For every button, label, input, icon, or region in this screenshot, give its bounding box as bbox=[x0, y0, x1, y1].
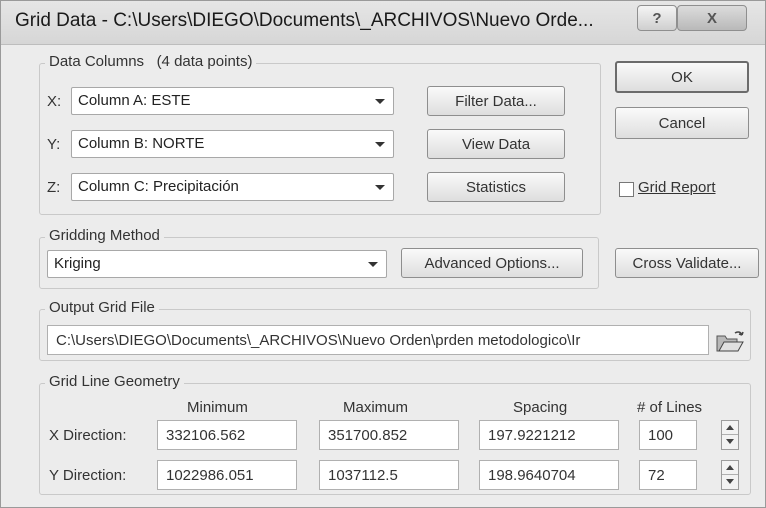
view-data-button[interactable]: View Data bbox=[427, 129, 565, 159]
advanced-options-button[interactable]: Advanced Options... bbox=[401, 248, 583, 278]
spacing-header: Spacing bbox=[513, 399, 568, 416]
filter-data-button[interactable]: Filter Data... bbox=[427, 86, 565, 116]
cross-validate-button[interactable]: Cross Validate... bbox=[615, 248, 759, 278]
statistics-button[interactable]: Statistics bbox=[427, 172, 565, 202]
spin-up-icon[interactable] bbox=[722, 461, 738, 475]
folder-open-icon[interactable] bbox=[716, 331, 744, 353]
grid-report-label[interactable]: Grid Report bbox=[638, 179, 716, 196]
x-column-select[interactable]: Column A: ESTE bbox=[71, 87, 394, 115]
gridding-method-select[interactable]: Kriging bbox=[47, 250, 387, 278]
chevron-down-icon bbox=[375, 185, 385, 190]
x-direction-label: X Direction: bbox=[49, 427, 127, 444]
y-minimum-field[interactable]: 1022986.051 bbox=[157, 460, 297, 490]
z-column-select[interactable]: Column C: Precipitación bbox=[71, 173, 394, 201]
ok-button[interactable]: OK bbox=[615, 61, 749, 93]
data-columns-legend: Data Columns (4 data points) bbox=[45, 53, 257, 70]
help-button[interactable]: ? bbox=[637, 5, 677, 31]
output-grid-file-legend: Output Grid File bbox=[45, 299, 159, 316]
x-minimum-field[interactable]: 332106.562 bbox=[157, 420, 297, 450]
spin-down-icon[interactable] bbox=[722, 435, 738, 449]
spin-up-icon[interactable] bbox=[722, 421, 738, 435]
chevron-down-icon bbox=[368, 262, 378, 267]
spin-down-icon[interactable] bbox=[722, 475, 738, 489]
close-button[interactable]: X bbox=[677, 5, 747, 31]
gridding-method-legend: Gridding Method bbox=[45, 227, 164, 244]
title-bar[interactable]: Grid Data - C:\Users\DIEGO\Documents\_AR… bbox=[1, 1, 765, 45]
cancel-button[interactable]: Cancel bbox=[615, 107, 749, 139]
minimum-header: Minimum bbox=[187, 399, 248, 416]
grid-data-dialog: Grid Data - C:\Users\DIEGO\Documents\_AR… bbox=[0, 0, 766, 508]
chevron-down-icon bbox=[375, 142, 385, 147]
x-maximum-field[interactable]: 351700.852 bbox=[319, 420, 459, 450]
window-title: Grid Data - C:\Users\DIEGO\Documents\_AR… bbox=[15, 10, 594, 31]
x-column-label: X: bbox=[47, 93, 62, 110]
y-lines-spinner[interactable] bbox=[721, 460, 739, 490]
y-column-select[interactable]: Column B: NORTE bbox=[71, 130, 394, 158]
data-points-count: (4 data points) bbox=[156, 53, 253, 70]
grid-report-checkbox[interactable] bbox=[619, 182, 634, 197]
y-direction-label: Y Direction: bbox=[49, 467, 127, 484]
maximum-header: Maximum bbox=[343, 399, 409, 416]
lines-header: # of Lines bbox=[637, 399, 703, 416]
x-spacing-field[interactable]: 197.9221212 bbox=[479, 420, 619, 450]
x-lines-spinner[interactable] bbox=[721, 420, 739, 450]
x-lines-field[interactable]: 100 bbox=[639, 420, 697, 450]
output-grid-file-path[interactable]: C:\Users\DIEGO\Documents\_ARCHIVOS\Nuevo… bbox=[47, 325, 709, 355]
grid-line-geometry-legend: Grid Line Geometry bbox=[45, 373, 184, 390]
y-lines-field[interactable]: 72 bbox=[639, 460, 697, 490]
z-column-label: Z: bbox=[47, 179, 61, 196]
y-maximum-field[interactable]: 1037112.5 bbox=[319, 460, 459, 490]
y-column-label: Y: bbox=[47, 136, 61, 153]
y-spacing-field[interactable]: 198.9640704 bbox=[479, 460, 619, 490]
chevron-down-icon bbox=[375, 99, 385, 104]
